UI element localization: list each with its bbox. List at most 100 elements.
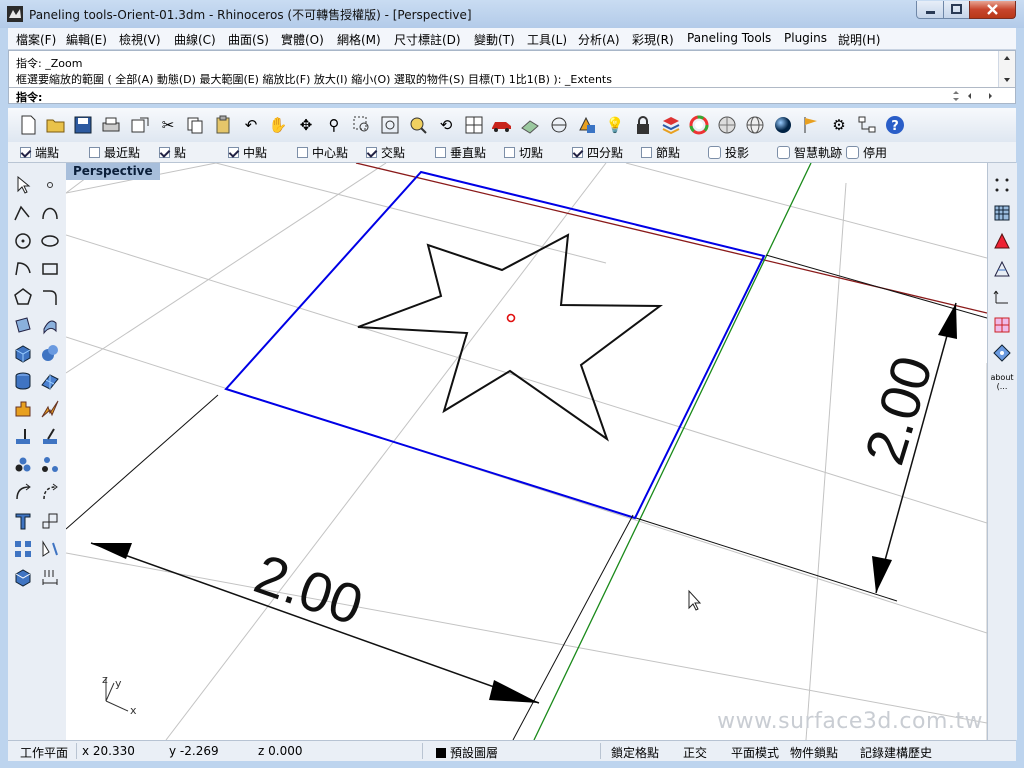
osnap-intersection[interactable]: 交點 <box>366 144 405 161</box>
split-icon[interactable] <box>38 425 62 449</box>
osnap-point[interactable]: 點 <box>159 144 186 161</box>
open-folder-icon[interactable] <box>45 114 67 136</box>
panel-3d-icon[interactable] <box>990 313 1014 337</box>
extrude-surface-icon[interactable] <box>38 313 62 337</box>
prompt-spinner-icon[interactable] <box>949 89 1009 103</box>
osnap-perpendicular[interactable]: 垂直點 <box>435 144 486 161</box>
dimension-icon[interactable] <box>38 565 62 589</box>
star-curve[interactable] <box>357 233 663 442</box>
record-history-toggle[interactable]: 記錄建構歷史 <box>860 744 932 761</box>
menu-mesh[interactable]: 網格(M) <box>337 31 381 48</box>
ortho-toggle[interactable]: 正交 <box>683 744 707 761</box>
menu-tools[interactable]: 工具(L) <box>527 31 567 48</box>
zoom-dynamic-icon[interactable]: ⚲ <box>323 114 345 136</box>
osnap-toggle[interactable]: 物件鎖點 <box>790 744 838 761</box>
command-scrollbar[interactable] <box>998 51 1015 87</box>
undo-icon[interactable]: ↶ <box>240 114 262 136</box>
ellipse-icon[interactable] <box>38 229 62 253</box>
viewport-title-tab[interactable]: Perspective <box>66 163 160 180</box>
array-icon[interactable] <box>11 537 35 561</box>
zoom-selected-icon[interactable] <box>407 114 429 136</box>
mesh-plane-icon[interactable] <box>38 369 62 393</box>
osnap-mid[interactable]: 中點 <box>228 144 267 161</box>
mirror-icon[interactable] <box>38 537 62 561</box>
group-icon[interactable] <box>11 453 35 477</box>
sphere-shaded-icon[interactable] <box>716 114 738 136</box>
pan-hand-icon[interactable]: ✋ <box>267 114 289 136</box>
smart-track-toggle[interactable]: 智慧軌跡 <box>777 144 842 161</box>
zoom-window-icon[interactable] <box>351 114 373 136</box>
car-render-icon[interactable] <box>491 114 513 136</box>
undo-view-icon[interactable]: ⟲ <box>435 114 457 136</box>
menu-edit[interactable]: 編輯(E) <box>66 31 107 48</box>
polygon-icon[interactable] <box>11 285 35 309</box>
distance-icon[interactable] <box>548 114 570 136</box>
about-button[interactable]: about (... <box>990 367 1014 397</box>
new-file-icon[interactable] <box>17 114 39 136</box>
rotate-view-icon[interactable]: ✥ <box>295 114 317 136</box>
center-point[interactable] <box>506 313 516 323</box>
object-properties-icon[interactable] <box>576 114 598 136</box>
menu-transform[interactable]: 變動(T) <box>474 31 515 48</box>
panel-edges-icon[interactable] <box>990 257 1014 281</box>
trim-icon[interactable] <box>11 425 35 449</box>
menu-plugins[interactable]: Plugins <box>784 31 827 45</box>
rectangle-icon[interactable] <box>38 257 62 281</box>
export-icon[interactable] <box>129 114 151 136</box>
menu-paneling-tools[interactable]: Paneling Tools <box>687 31 771 45</box>
text-icon[interactable] <box>11 509 35 533</box>
perspective-viewport[interactable]: 2.00 2.00 z y x Perspective www.surface3… <box>66 163 987 740</box>
point-icon[interactable] <box>38 173 62 197</box>
copy-icon[interactable] <box>184 114 206 136</box>
minimize-button[interactable] <box>916 1 944 19</box>
flag-icon[interactable] <box>800 114 822 136</box>
fillet-curve-icon[interactable] <box>38 285 62 309</box>
cut-icon[interactable]: ✂ <box>157 114 179 136</box>
rhino-app-icon[interactable] <box>7 6 23 22</box>
light-bulb-icon[interactable]: 💡 <box>604 114 626 136</box>
maximize-button[interactable] <box>943 1 970 19</box>
arc-icon[interactable] <box>11 257 35 281</box>
osnap-near[interactable]: 最近點 <box>89 144 140 161</box>
print-icon[interactable] <box>100 114 122 136</box>
planar-toggle[interactable]: 平面模式 <box>731 744 779 761</box>
command-prompt[interactable]: 指令: <box>9 87 1015 104</box>
osnap-quadrant[interactable]: 四分點 <box>572 144 623 161</box>
help-icon[interactable]: ? <box>884 114 906 136</box>
menu-help[interactable]: 說明(H) <box>838 31 880 48</box>
ungroup-icon[interactable] <box>38 453 62 477</box>
menu-file[interactable]: 檔案(F) <box>16 31 56 48</box>
square-curve[interactable] <box>224 170 766 520</box>
grid-snap-toggle[interactable]: 鎖定格點 <box>611 744 659 761</box>
menu-render[interactable]: 彩現(R) <box>632 31 674 48</box>
grid-surface-icon[interactable] <box>990 201 1014 225</box>
current-layer[interactable]: 預設圖層 <box>436 744 498 761</box>
dimension-bottom[interactable]: 2.00 <box>66 394 634 740</box>
osnap-knot[interactable]: 節點 <box>641 144 680 161</box>
viewport-canvas[interactable]: 2.00 2.00 z y x <box>66 163 987 740</box>
menu-analyze[interactable]: 分析(A) <box>578 31 620 48</box>
options-gear-icon[interactable]: ⚙ <box>828 114 850 136</box>
triangle-panel-icon[interactable] <box>990 229 1014 253</box>
mesh-box-icon[interactable] <box>11 565 35 589</box>
save-icon[interactable] <box>72 114 94 136</box>
cplane-indicator[interactable]: 工作平面 <box>20 744 68 761</box>
circle-icon[interactable] <box>11 229 35 253</box>
menu-view[interactable]: 檢視(V) <box>119 31 161 48</box>
render-sphere-icon[interactable] <box>772 114 794 136</box>
scale-icon[interactable] <box>38 509 62 533</box>
osnap-project-toggle[interactable]: 投影 <box>708 144 749 161</box>
cylinder-solid-icon[interactable] <box>11 369 35 393</box>
curve-cv-icon[interactable] <box>38 201 62 225</box>
direction-grid-icon[interactable] <box>990 285 1014 309</box>
command-history[interactable]: 指令: _Zoom 框選要縮放的範圍 ( 全部(A) 動態(D) 最大範圍(E)… <box>8 50 1016 104</box>
surface-corner-icon[interactable] <box>11 313 35 337</box>
layer-stack-icon[interactable] <box>660 114 682 136</box>
zoom-extents-icon[interactable] <box>379 114 401 136</box>
four-viewports-icon[interactable] <box>463 114 485 136</box>
puzzle-icon[interactable] <box>11 397 35 421</box>
wireframe-view-icon[interactable] <box>519 114 541 136</box>
rotate-icon[interactable] <box>11 481 35 505</box>
osnap-center[interactable]: 中心點 <box>297 144 348 161</box>
osnap-end[interactable]: 端點 <box>20 144 59 161</box>
